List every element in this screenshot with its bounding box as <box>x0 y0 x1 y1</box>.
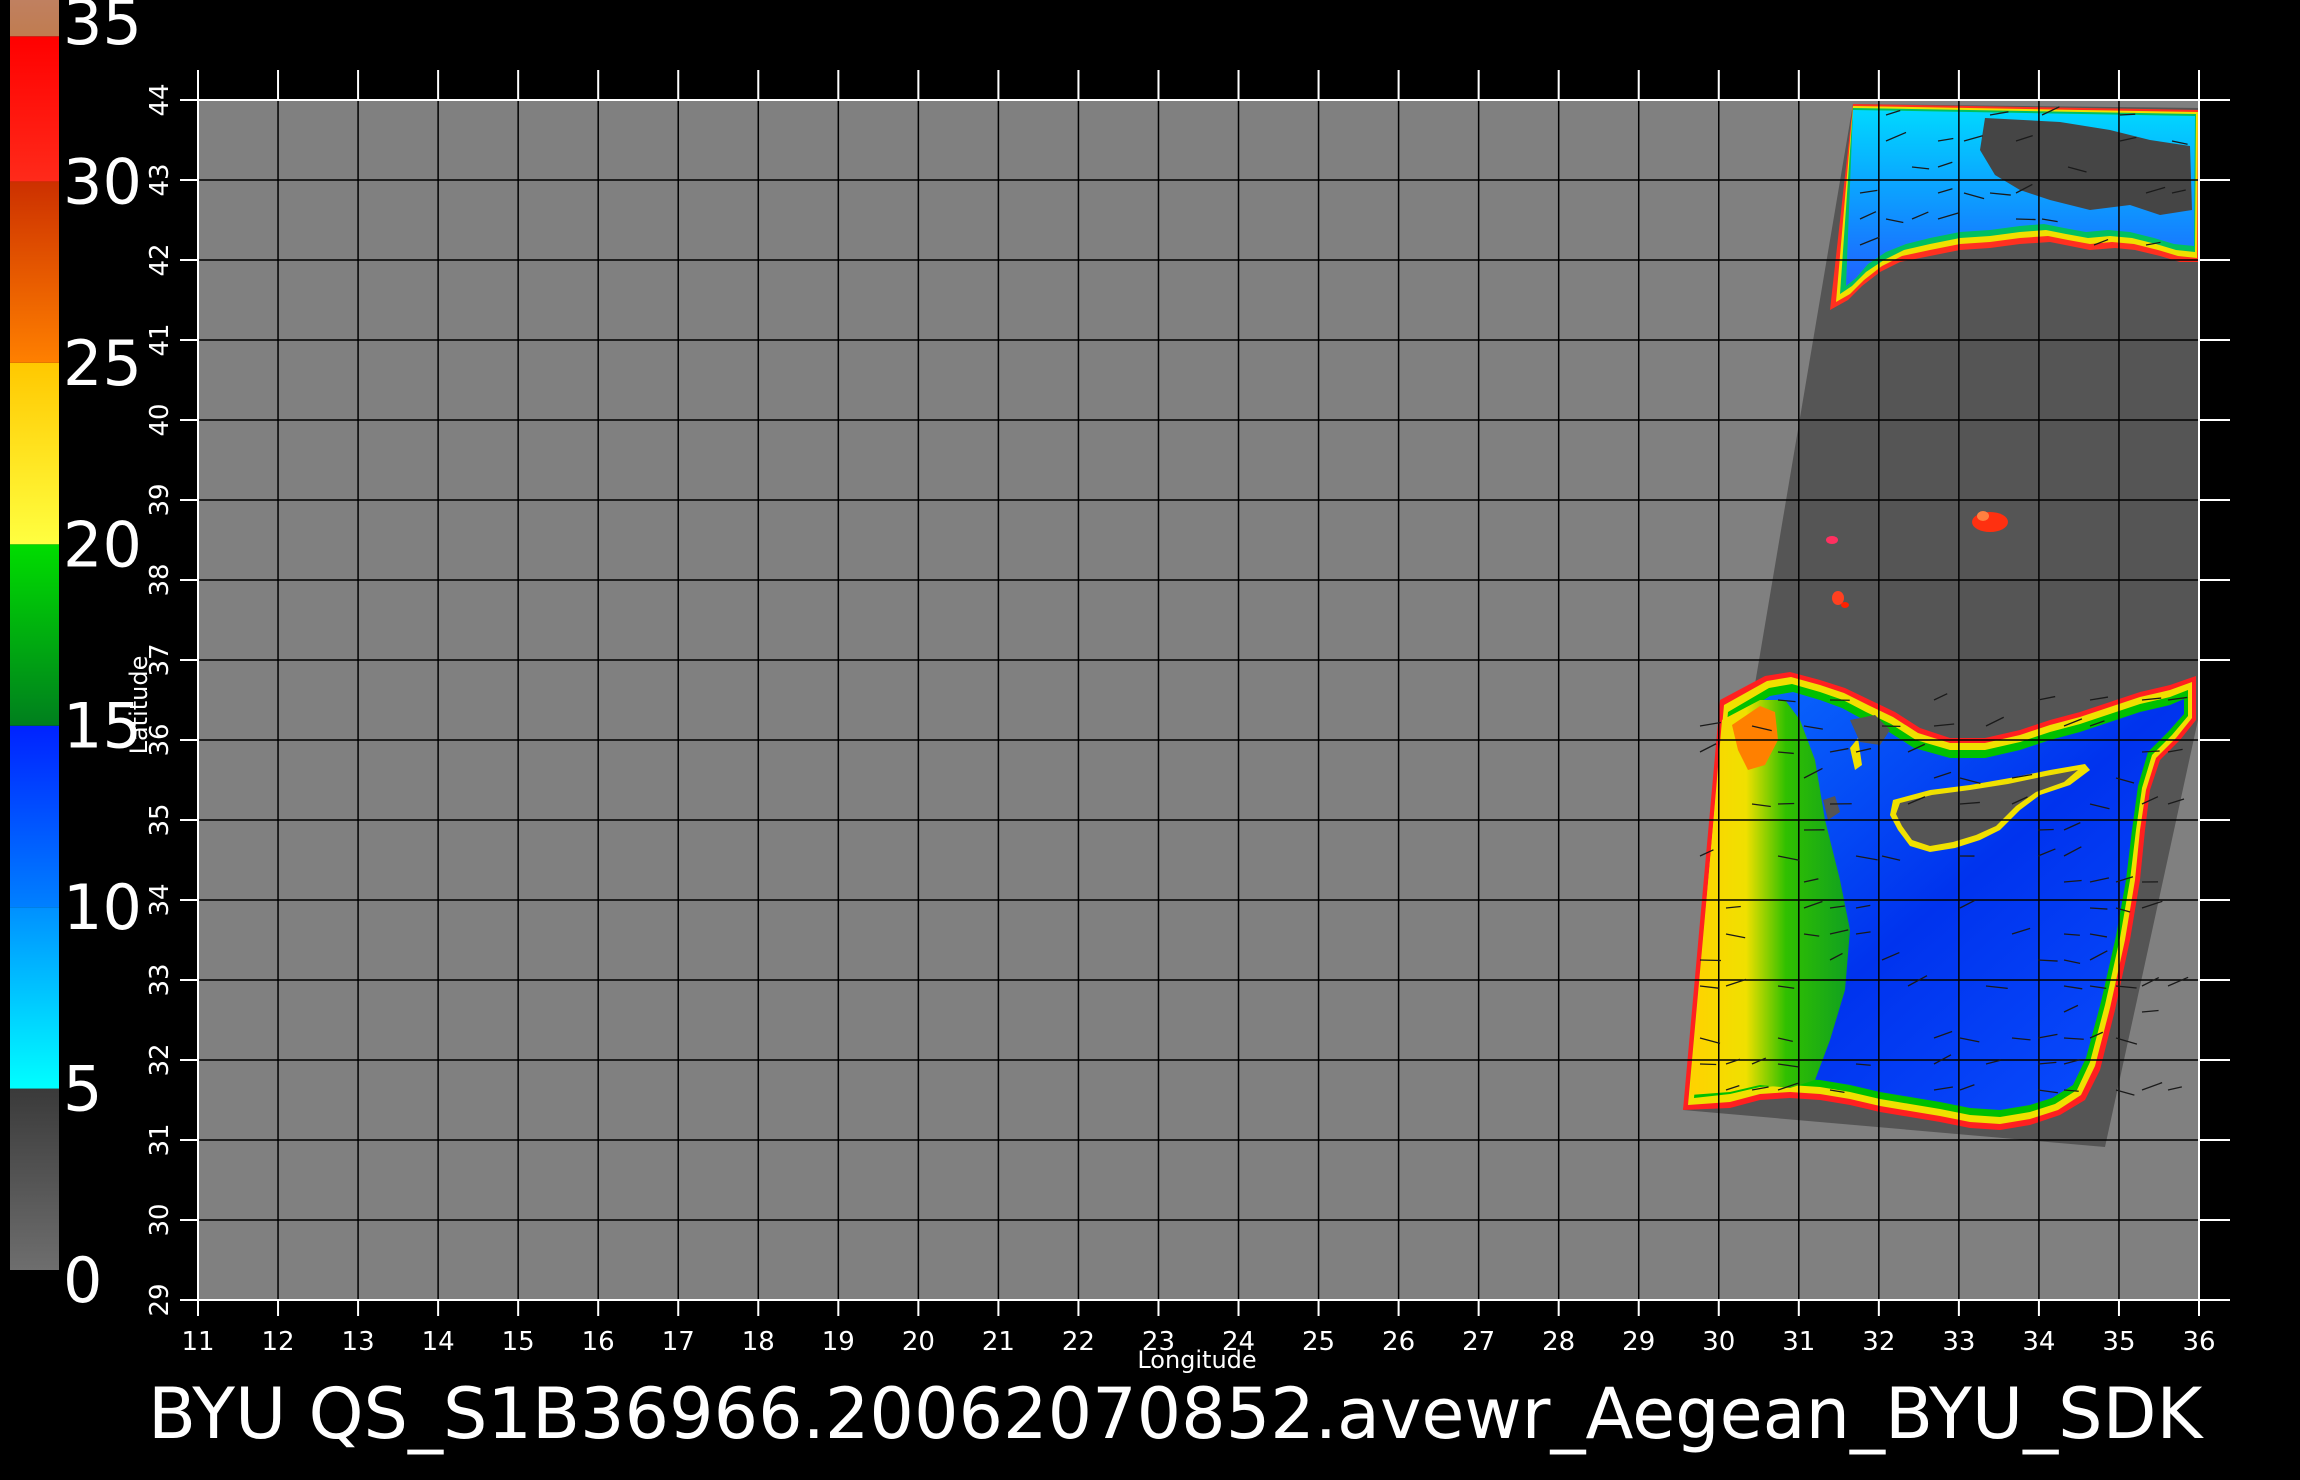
colorbar-label: 25 <box>63 327 142 400</box>
lon-tick-label: 25 <box>1302 1327 1335 1357</box>
lon-tick-label: 16 <box>582 1327 615 1357</box>
lat-tick-label: 41 <box>145 323 175 356</box>
colorbar-label: 10 <box>63 871 142 944</box>
colorbar-label: 20 <box>63 508 142 581</box>
lat-tick-label: 29 <box>145 1283 175 1316</box>
colorbar-segment <box>10 36 59 182</box>
colorbar-segment <box>10 544 59 726</box>
lon-tick-label: 15 <box>502 1327 535 1357</box>
lon-tick-label: 12 <box>261 1327 294 1357</box>
lon-tick-label: 33 <box>1942 1327 1975 1357</box>
lat-tick-label: 38 <box>145 563 175 596</box>
lat-tick-label: 35 <box>145 803 175 836</box>
y-axis-title: Latitude <box>125 656 153 755</box>
x-axis-title: Longitude <box>1137 1346 1256 1374</box>
lat-tick-label: 39 <box>145 483 175 516</box>
lon-tick-label: 17 <box>662 1327 695 1357</box>
lon-tick-label: 26 <box>1382 1327 1415 1357</box>
lon-tick-label: 19 <box>822 1327 855 1357</box>
lat-tick-label: 30 <box>145 1203 175 1236</box>
wind-barb <box>1699 1063 1717 1066</box>
lon-tick-label: 20 <box>902 1327 935 1357</box>
lon-tick-label: 27 <box>1462 1327 1495 1357</box>
lon-tick-label: 35 <box>2102 1327 2135 1357</box>
colorbar-label: 35 <box>63 0 142 59</box>
lon-tick-label: 13 <box>342 1327 375 1357</box>
colorbar-label: 5 <box>63 1053 102 1126</box>
wind-barb <box>2015 218 2036 221</box>
lon-tick-label: 31 <box>1782 1327 1815 1357</box>
colorbar-segment <box>10 725 59 908</box>
lon-tick-label: 18 <box>742 1327 775 1357</box>
lon-tick-label: 36 <box>2182 1327 2215 1357</box>
wind-barb <box>1777 802 1795 805</box>
lon-tick-label: 34 <box>2022 1327 2055 1357</box>
lon-tick-label: 28 <box>1542 1327 1575 1357</box>
colorbar-label: 30 <box>63 145 142 218</box>
colorbar-segment <box>10 362 59 545</box>
wind-map-figure: 35 30 25 20 15 10 5 0 11 12 13 14 15 16 17 18 1… <box>10 0 2230 1455</box>
lon-tick-label: 21 <box>982 1327 1015 1357</box>
lat-tick-label: 44 <box>145 83 175 116</box>
lat-tick-label: 33 <box>145 963 175 996</box>
lon-tick-label: 32 <box>1862 1327 1895 1357</box>
lat-tick-label: 31 <box>145 1123 175 1156</box>
colorbar: 35302520151050 <box>10 0 142 1317</box>
colorbar-segment <box>10 0 59 37</box>
lat-tick-label: 34 <box>145 883 175 916</box>
colorbar-segment <box>10 181 59 363</box>
lon-tick-label: 30 <box>1702 1327 1735 1357</box>
lon-tick-label: 29 <box>1622 1327 1655 1357</box>
lon-tick-label: 22 <box>1062 1327 1095 1357</box>
lat-tick-label: 40 <box>145 403 175 436</box>
wind-barb <box>2119 113 2136 116</box>
colorbar-segment <box>10 1088 59 1270</box>
lat-tick-label: 42 <box>145 243 175 276</box>
lat-tick-label: 43 <box>145 163 175 196</box>
colorbar-label: 0 <box>63 1244 102 1317</box>
lon-tick-label: 11 <box>181 1327 214 1357</box>
figure-caption: BYU QS_S1B36966.20062070852.avewr_Aegean… <box>148 1373 2204 1455</box>
lat-tick-label: 32 <box>145 1043 175 1076</box>
colorbar-segment <box>10 907 59 1089</box>
lon-tick-label: 14 <box>422 1327 455 1357</box>
